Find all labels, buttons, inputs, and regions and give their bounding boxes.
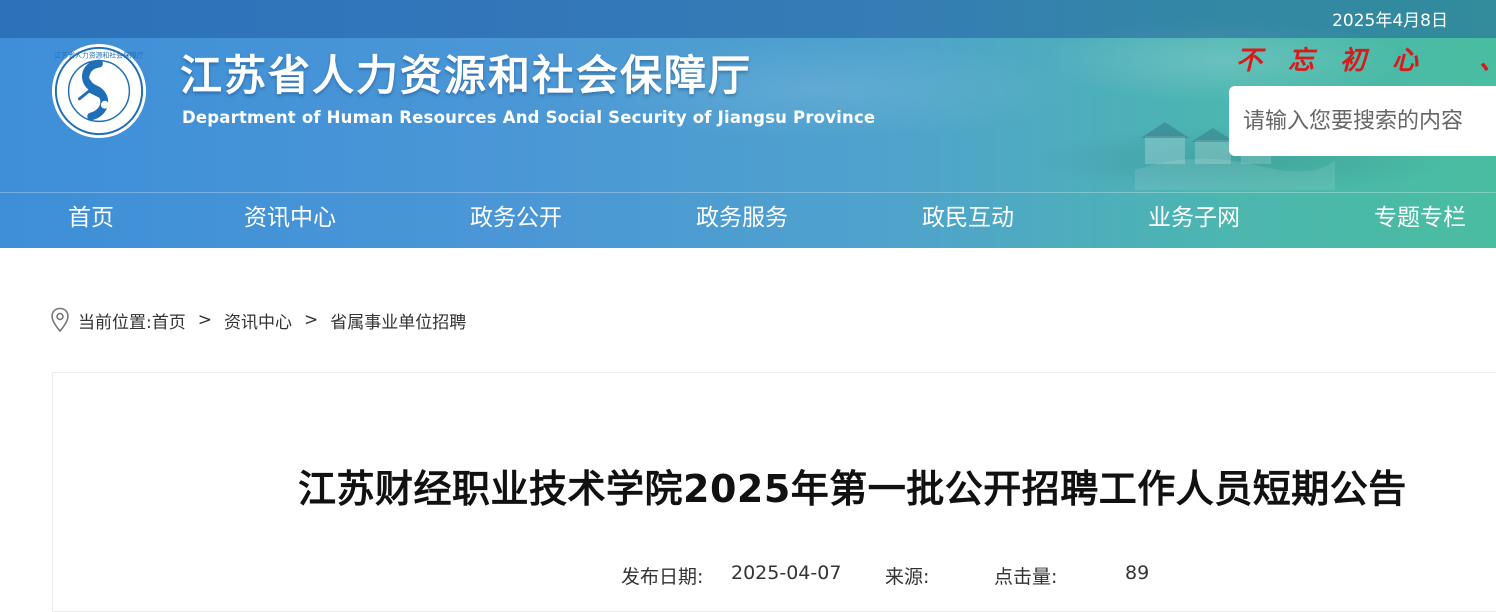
publish-date-label: 发布日期: bbox=[621, 566, 704, 588]
nav-topics[interactable]: 专题专栏 bbox=[1374, 198, 1466, 232]
breadcrumb-prefix: 当前位置: bbox=[78, 312, 152, 333]
views-label: 点击量: bbox=[994, 566, 1058, 588]
logo-ring-text: 江苏省人力资源和社会保障厅 bbox=[54, 51, 143, 60]
nav-news-center[interactable]: 资讯中心 bbox=[244, 198, 336, 232]
site-subtitle: Department of Human Resources And Social… bbox=[182, 108, 876, 127]
breadcrumb-home[interactable]: 首页 bbox=[152, 308, 186, 333]
search-input[interactable] bbox=[1243, 100, 1493, 142]
views-count: 89 bbox=[1125, 562, 1150, 584]
nav-divider bbox=[0, 192, 1496, 193]
current-date: 2025年4月8日 bbox=[1332, 11, 1448, 31]
source-label: 来源: bbox=[885, 566, 930, 588]
breadcrumb-separator: > bbox=[197, 310, 212, 330]
nav-gov-services[interactable]: 政务服务 bbox=[696, 198, 788, 232]
breadcrumb: 当前位置: 首页 > 资讯中心 > 省属事业单位招聘 bbox=[50, 306, 466, 334]
nav-business-sites[interactable]: 业务子网 bbox=[1148, 198, 1240, 232]
site-header: 2025年4月8日 江苏省人力资源和社会保障厅 江苏省人力资源和社会保障厅 De… bbox=[0, 0, 1496, 248]
search-box bbox=[1229, 86, 1496, 156]
nav-home[interactable]: 首页 bbox=[68, 198, 114, 232]
logo-emblem[interactable]: 江苏省人力资源和社会保障厅 bbox=[50, 42, 148, 140]
site-title[interactable]: 江苏省人力资源和社会保障厅 bbox=[180, 42, 752, 103]
breadcrumb-current[interactable]: 省属事业单位招聘 bbox=[330, 308, 466, 333]
slogan: 不忘初心 、 bbox=[1236, 46, 1496, 76]
breadcrumb-separator: > bbox=[303, 310, 319, 330]
location-pin-icon bbox=[51, 307, 69, 333]
top-bar: 2025年4月8日 bbox=[0, 0, 1496, 38]
nav-gov-affairs[interactable]: 政务公开 bbox=[470, 198, 562, 232]
breadcrumb-news-center[interactable]: 资讯中心 bbox=[224, 308, 292, 333]
nav-interaction[interactable]: 政民互动 bbox=[922, 198, 1014, 232]
article-title: 江苏财经职业技术学院2025年第一批公开招聘工作人员短期公告 bbox=[298, 467, 1407, 511]
publish-date: 2025-04-07 bbox=[731, 562, 842, 584]
